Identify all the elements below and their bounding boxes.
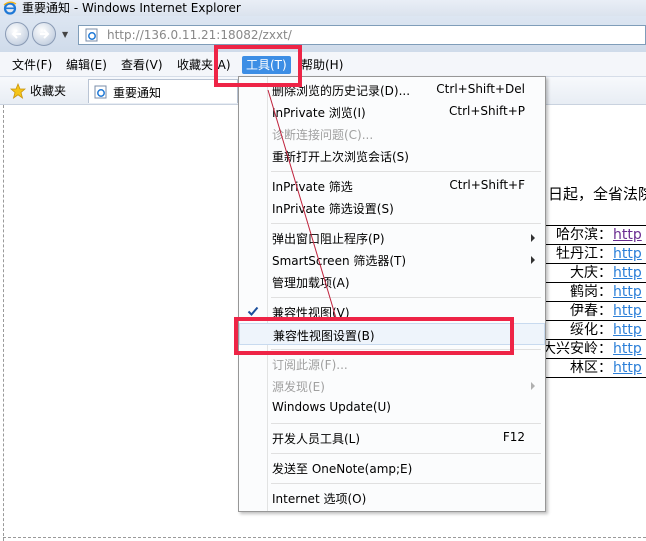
- highlight-box-tools-menu: [214, 45, 302, 87]
- annotation-pointer-line: [267, 89, 337, 319]
- highlight-box-compat-settings: [234, 317, 514, 355]
